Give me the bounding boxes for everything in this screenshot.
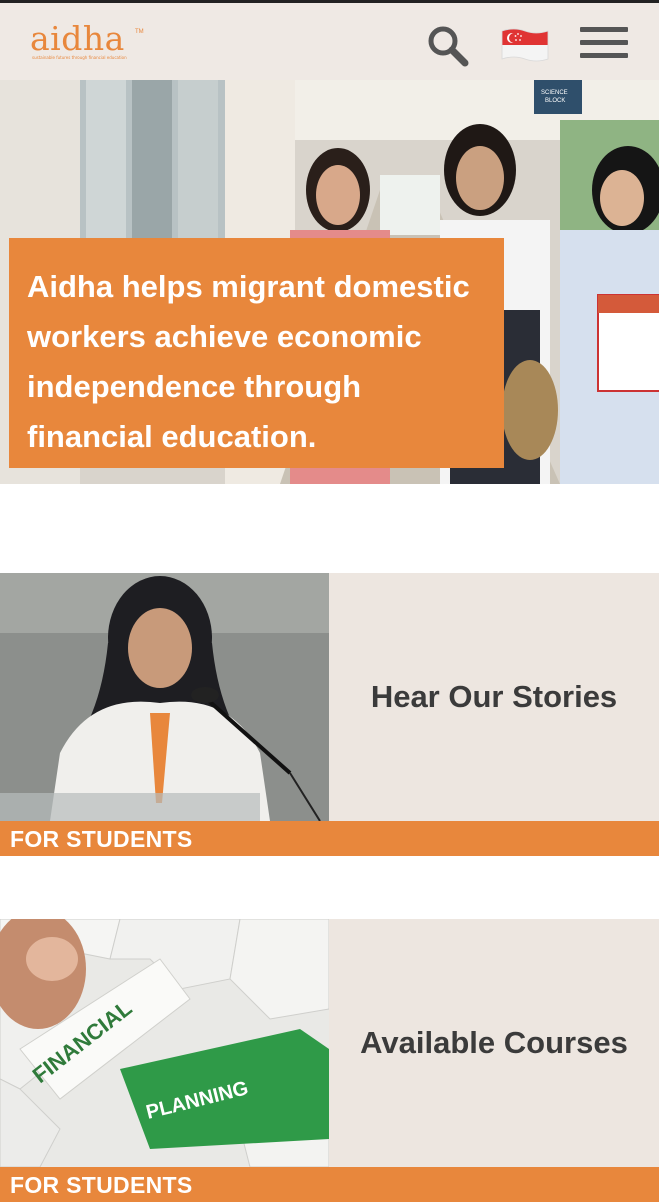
stories-card[interactable]: Hear Our Stories FOR STUDENTS	[0, 573, 659, 856]
hamburger-menu-icon	[580, 27, 628, 58]
courses-title[interactable]: Available Courses	[360, 1025, 628, 1061]
logo-wordmark: aidha	[30, 19, 125, 58]
courses-card[interactable]: FINANCIAL PLANNING Available Courses FOR…	[0, 919, 659, 1202]
puzzle-photo: FINANCIAL PLANNING	[0, 919, 329, 1167]
hero-headline: Aidha helps migrant domestic workers ach…	[27, 269, 470, 454]
aidha-logo[interactable]: aidha sustainable futures through financ…	[30, 19, 144, 65]
stories-title[interactable]: Hear Our Stories	[371, 679, 617, 715]
courses-image: FINANCIAL PLANNING	[0, 919, 329, 1167]
country-selector-button[interactable]	[500, 27, 550, 63]
courses-category-bar: FOR STUDENTS	[0, 1167, 659, 1202]
stories-category-bar: FOR STUDENTS	[0, 821, 659, 856]
stories-image	[0, 573, 329, 821]
sign-text-1: SCIENCE	[541, 90, 568, 96]
stories-panel: Hear Our Stories	[329, 573, 659, 821]
hero-banner: SCIENCE BLOCK Aidha helps migrant domest…	[0, 80, 659, 484]
singapore-flag-icon	[501, 28, 549, 62]
stories-category-label: FOR STUDENTS	[10, 826, 193, 852]
courses-panel: Available Courses	[329, 919, 659, 1167]
search-icon	[428, 26, 469, 67]
site-header: aidha sustainable futures through financ…	[0, 3, 659, 80]
hamburger-menu-button[interactable]	[580, 27, 628, 63]
courses-category-label: FOR STUDENTS	[10, 1172, 193, 1198]
logo-tagline: sustainable futures through financial ed…	[32, 55, 127, 60]
logo-trademark: TM	[135, 29, 144, 35]
hero-callout: Aidha helps migrant domestic workers ach…	[9, 238, 504, 468]
speaker-photo	[0, 573, 329, 821]
search-button[interactable]	[425, 23, 471, 69]
sign-text-2: BLOCK	[545, 98, 565, 104]
